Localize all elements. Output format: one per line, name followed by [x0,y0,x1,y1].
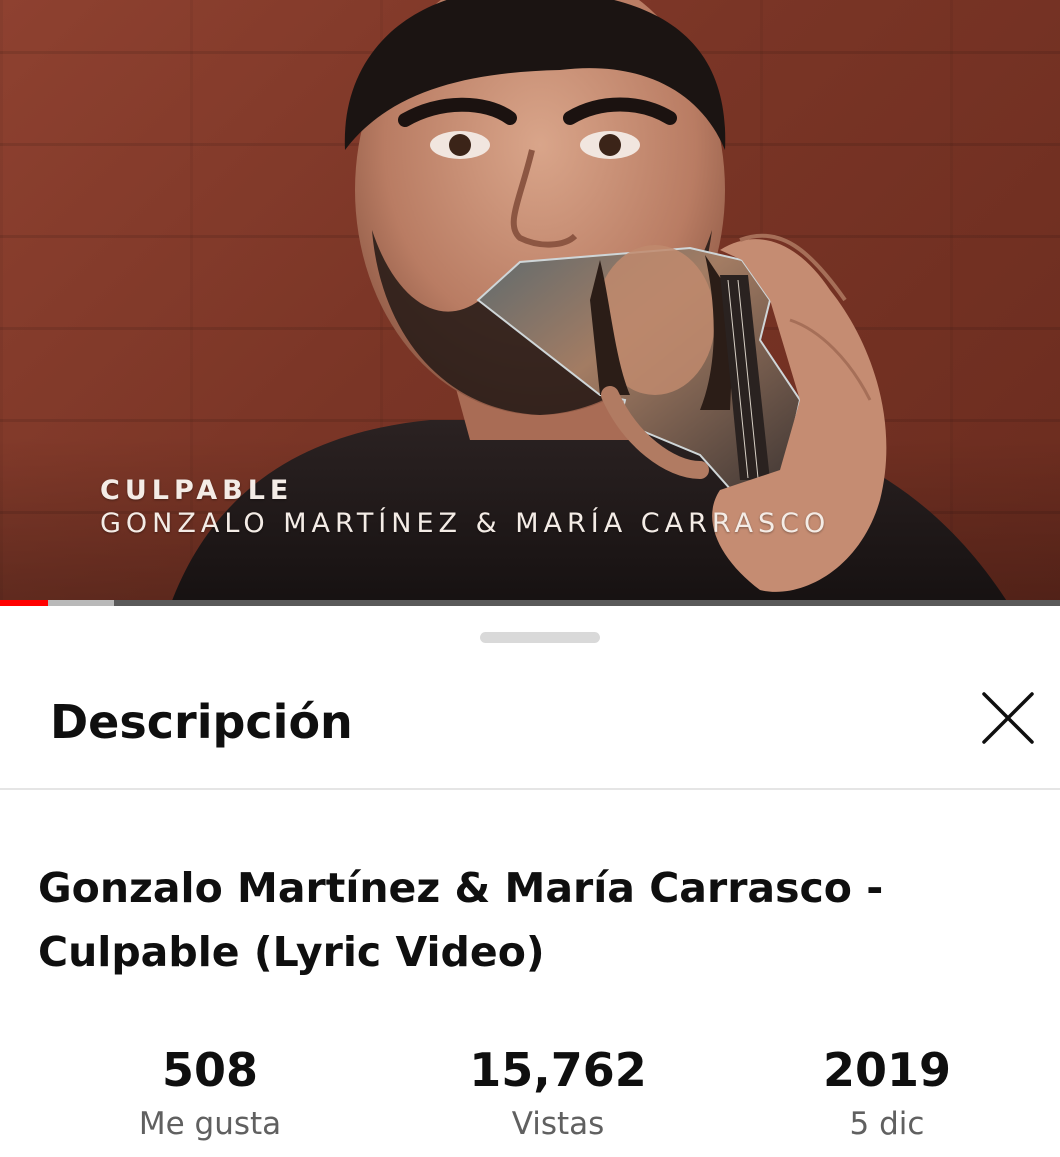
close-icon [982,692,1034,744]
close-button[interactable] [972,682,1044,754]
stat-likes: 508 Me gusta [80,1040,340,1144]
video-overlay-title: CULPABLE GONZALO MARTÍNEZ & MARÍA CARRAS… [100,474,830,540]
stat-date: 2019 5 dic [757,1040,1017,1144]
stat-views: 15,762 Vistas [428,1040,688,1144]
publish-year: 2019 [822,1043,952,1097]
app-root: CULPABLE GONZALO MARTÍNEZ & MARÍA CARRAS… [0,0,1060,1157]
video-headline: Gonzalo Martínez & María Carrasco - Culp… [38,864,884,976]
overlay-song-title: CULPABLE [100,475,294,506]
sheet-title: Descripción [50,695,353,749]
likes-count: 508 [161,1043,259,1097]
description-sheet: Descripción Gonzalo Martínez & María Car… [0,606,1060,1157]
sheet-drag-handle[interactable] [480,632,600,643]
views-count: 15,762 [469,1043,647,1097]
overlay-artists: GONZALO MARTÍNEZ & MARÍA CARRASCO [100,508,831,539]
video-player[interactable]: CULPABLE GONZALO MARTÍNEZ & MARÍA CARRAS… [0,0,1060,606]
sheet-header: Descripción [0,666,1060,790]
publish-date: 5 dic [849,1106,925,1142]
views-label: Vistas [511,1106,605,1142]
likes-label: Me gusta [138,1106,282,1142]
video-stats: 508 Me gusta 15,762 Vistas 2019 5 dic [0,1040,1060,1150]
